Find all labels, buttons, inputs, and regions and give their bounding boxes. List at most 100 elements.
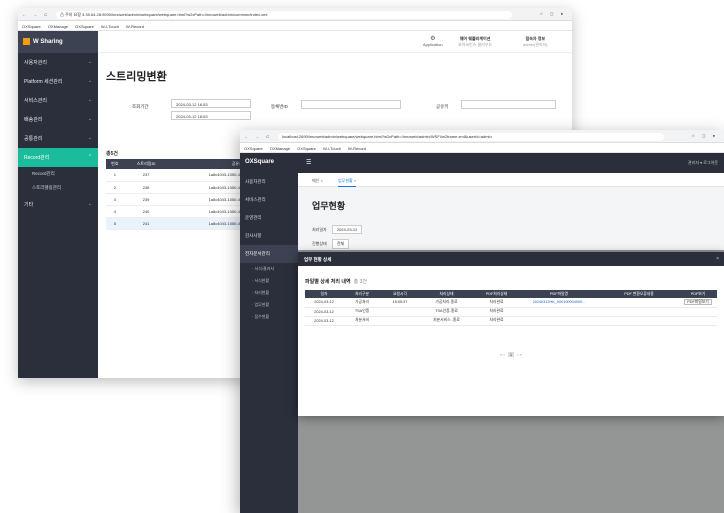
sidebar-subitem-record[interactable]: Record관리 [18, 167, 98, 181]
sidebar-item-platform[interactable]: Platform 세션관리 ⌄ [18, 72, 98, 91]
column-header[interactable]: 스트리밍ID [123, 159, 169, 169]
sidebar-subitem[interactable]: · 접수현황 [240, 311, 298, 323]
status-select[interactable]: 전체 [331, 239, 350, 249]
nav-buttons[interactable]: ← → C [22, 12, 50, 17]
sidebar-subitem[interactable]: · 서식현황 [240, 275, 298, 287]
sidebar-item-operation[interactable]: 운영관리 [240, 209, 298, 227]
modal-header: 업무 현황 상세 × [298, 252, 724, 266]
cell: 처분서비 [343, 316, 381, 326]
tab-bar: 메인 × 업무현황 × [298, 173, 724, 187]
cell: 3 [106, 193, 124, 206]
table-row[interactable]: 2024-03-12 가공처리 15:05:37 가공처리-종료 처리완료 20… [305, 298, 717, 308]
date-input[interactable]: 2024-03-12 [331, 225, 363, 234]
bookmarks-bar: OXSquare OXManage OXSquare W-i-Touch W-R… [18, 21, 572, 31]
cell: 가공처리 [343, 298, 381, 308]
menu-icon[interactable]: ☰ [306, 159, 311, 166]
cell: 2 [106, 181, 124, 194]
cell: 15:05:37 [381, 298, 419, 308]
date-to-input[interactable]: 2024-03-12 18:53 [171, 111, 251, 120]
cell: TSA인증 [343, 307, 381, 317]
bookmark-item[interactable]: OXSquare [244, 146, 263, 151]
browser-actions[interactable]: ☆ ◻ ● [691, 133, 718, 138]
bookmarks-bar: OXSquare OXManage OXSquare W-i-Touch W-R… [240, 143, 724, 153]
user-menu[interactable]: 관리자 ▾ 로그아웃 [688, 160, 718, 166]
brand[interactable]: W Sharing [18, 31, 98, 53]
chevron-down-icon: ⌄ [87, 135, 92, 141]
column-header: 요청시각 [381, 290, 419, 298]
sidebar-item-users[interactable]: 사용자관리 ⌄ [18, 53, 98, 72]
bookmark-item[interactable]: OXManage [270, 146, 290, 151]
bookmark-item[interactable]: W-Record [126, 24, 144, 29]
sidebar-item-label: 배송관리 [24, 117, 43, 123]
app-info[interactable]: 웨어 웨플러케이션 코어코인스 클라우드 [458, 36, 492, 48]
nav-buttons[interactable]: ← → C [244, 134, 272, 139]
column-header: PDF파일명 [519, 290, 599, 298]
user-id-input[interactable] [301, 100, 401, 109]
brand-name[interactable]: OXSquare [240, 153, 298, 173]
sidebar-item-common[interactable]: 공통관리 ⌄ [18, 129, 98, 148]
share-key-label: 공유키 [436, 104, 449, 109]
detail-table: 일자 처리구분 요청시각 처리상태 PDF처리상태 PDF파일명 PDF 변환오… [305, 290, 717, 326]
table-header-row: 일자 처리구분 요청시각 처리상태 PDF처리상태 PDF파일명 PDF 변환오… [305, 290, 717, 298]
bookmark-item[interactable]: OXManage [48, 24, 68, 29]
browser-toolbar: ← → C ⚠ 주의 요함 3.35.64.28:9090/innoweb/ad… [18, 8, 572, 21]
cell [381, 307, 419, 317]
tab-work-status[interactable]: 업무현황 × [338, 178, 357, 187]
user-id-label: 등록번ID [271, 104, 288, 109]
cell [599, 316, 679, 326]
sidebar-item-delivery[interactable]: 배송관리 ⌄ [18, 110, 98, 129]
sidebar-subitem[interactable]: · 처리현황 [240, 287, 298, 299]
cell: 처분서비스 -종료 [419, 316, 474, 326]
browser-toolbar: ← → C localhost:2690/innoweb/admin/webqu… [240, 130, 724, 143]
application-label: Application [423, 42, 443, 47]
table-row[interactable]: 2024-03-12 처분서비 처분서비스 -종료 처리완료 [305, 316, 717, 326]
cell [679, 307, 717, 317]
sidebar-subitem[interactable]: · 서식/결과서 [240, 263, 298, 275]
sidebar-item-users[interactable]: 사용자관리 [240, 173, 298, 191]
pager-current[interactable]: 1 [507, 352, 515, 357]
date-label: 처리일자 [312, 227, 327, 232]
address-bar[interactable]: localhost:2690/innoweb/admin/webquare/we… [278, 133, 664, 141]
sidebar-item-service[interactable]: 서비스관리 ⌄ [18, 91, 98, 110]
application-menu[interactable]: ⚙ Application [423, 36, 443, 48]
bookmark-item[interactable]: OXSquare [75, 24, 94, 29]
bookmark-item[interactable]: W-i-Touch [323, 146, 341, 151]
pager-prev[interactable]: « ‹ [500, 352, 505, 357]
address-bar[interactable]: ⚠ 주의 요함 3.35.64.28:9090/innoweb/admin/we… [56, 11, 512, 19]
sidebar-item-edoc[interactable]: 전자문서관리 [240, 245, 298, 263]
sidebar-item-audit[interactable]: 감사사항 [240, 227, 298, 245]
browser-actions[interactable]: ☆ ◻ ● [539, 11, 566, 16]
user-info[interactable]: 접속자 정보 admin(관리자) [523, 36, 548, 48]
pdf-view-button[interactable]: PDF파일보기 [684, 298, 712, 305]
table-row[interactable]: 2024-03-12 TSA인증 TSA인증-종료 처리완료 [305, 307, 717, 317]
chevron-down-icon: ⌄ [87, 201, 92, 207]
tab-main[interactable]: 메인 × [312, 178, 323, 184]
close-icon[interactable]: × [716, 256, 719, 262]
pagination: « ‹ 1 › » [298, 352, 724, 357]
cell: 처리완료 [474, 307, 519, 317]
bookmark-item[interactable]: OXSquare [22, 24, 41, 29]
pdf-filename-link[interactable]: 20240312HK_000100004000... [519, 298, 599, 308]
cell: 240 [123, 205, 169, 218]
sidebar-subitem-storytelling[interactable]: 스토리텔링관리 [18, 181, 98, 195]
bookmark-item[interactable]: OXSquare [297, 146, 316, 151]
sidebar-item-record[interactable]: Record관리 ⌃ [18, 148, 98, 167]
pager-next[interactable]: › » [517, 352, 522, 357]
sidebar-item-service[interactable]: 서비스관리 [240, 191, 298, 209]
cell: 처리완료 [474, 298, 519, 308]
sidebar-item-etc[interactable]: 기타 ⌄ [18, 195, 98, 214]
share-key-input[interactable] [461, 100, 556, 109]
page-title: 업무현황 [312, 201, 346, 211]
bookmark-item[interactable]: W-Record [348, 146, 366, 151]
cell [599, 307, 679, 317]
column-header[interactable]: 번호 [106, 159, 124, 169]
bookmark-item[interactable]: W-i-Touch [101, 24, 119, 29]
status-label: 진행상태 [312, 241, 327, 246]
result-count: 총5건 [106, 151, 118, 157]
date-from-input[interactable]: 2024-03-12 16:53 [171, 99, 251, 108]
sidebar-subitem[interactable]: · 업무현황 [240, 299, 298, 311]
period-label: 조회기간 [132, 104, 149, 109]
cell: PDF파일보기 [679, 298, 717, 308]
cell: 5 [106, 217, 124, 230]
cell: 2024-03-12 [305, 298, 343, 308]
